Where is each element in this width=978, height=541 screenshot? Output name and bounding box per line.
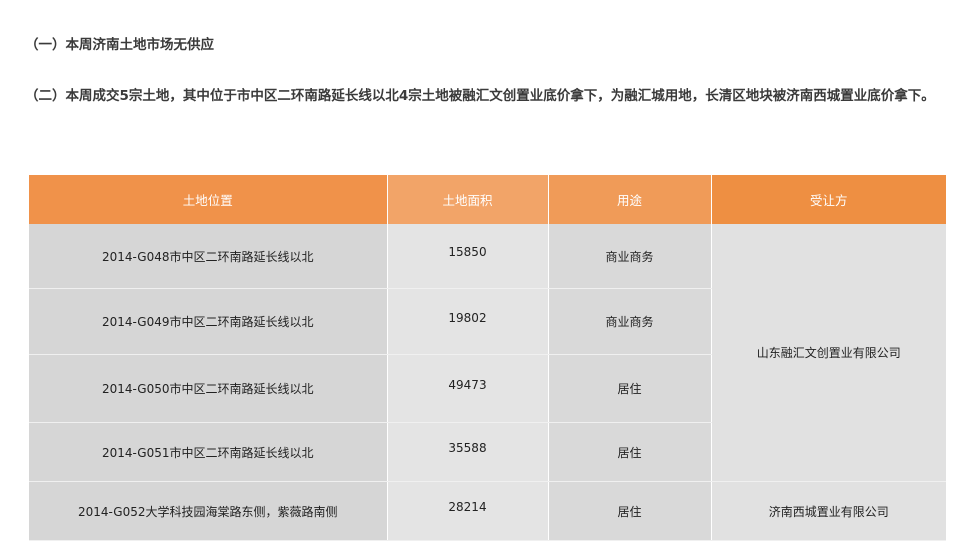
cell-use: 居住 [548, 422, 712, 482]
cell-area: 15850 [387, 224, 549, 289]
table-row: 2014-G052大学科技园海棠路东侧，紫薇路南侧 28214 居住 济南西城置… [29, 481, 946, 541]
cell-use: 商业商务 [548, 288, 712, 355]
cell-location: 2014-G052大学科技园海棠路东侧，紫薇路南侧 [29, 481, 388, 541]
cell-use: 居住 [548, 354, 712, 423]
cell-area: 49473 [387, 354, 549, 423]
section-paragraph-transactions: （二）本周成交5宗土地，其中位于市中区二环南路延长线以北4宗土地被融汇文创置业底… [25, 88, 935, 104]
header-area: 土地面积 [387, 175, 549, 224]
header-location: 土地位置 [29, 175, 388, 224]
header-use: 用途 [548, 175, 712, 224]
cell-use: 居住 [548, 481, 712, 541]
cell-location: 2014-G049市中区二环南路延长线以北 [29, 288, 388, 355]
table-header-row: 土地位置 土地面积 用途 受让方 [29, 175, 946, 224]
cell-location: 2014-G051市中区二环南路延长线以北 [29, 422, 388, 482]
cell-location: 2014-G050市中区二环南路延长线以北 [29, 354, 388, 423]
cell-location: 2014-G048市中区二环南路延长线以北 [29, 224, 388, 289]
table-row: 2014-G048市中区二环南路延长线以北 15850 商业商务 山东融汇文创置… [29, 224, 946, 482]
header-buyer: 受让方 [711, 175, 946, 224]
cell-area: 35588 [387, 422, 549, 482]
land-transaction-table: 土地位置 土地面积 用途 受让方 2014-G048市中区二环南路延长线以北 1… [29, 175, 946, 541]
cell-area: 19802 [387, 288, 549, 355]
cell-buyer: 济南西城置业有限公司 [711, 481, 946, 541]
cell-buyer: 山东融汇文创置业有限公司 [711, 224, 946, 482]
section-heading-no-supply: （一）本周济南土地市场无供应 [25, 37, 214, 53]
cell-use: 商业商务 [548, 224, 712, 289]
cell-area: 28214 [387, 481, 549, 541]
